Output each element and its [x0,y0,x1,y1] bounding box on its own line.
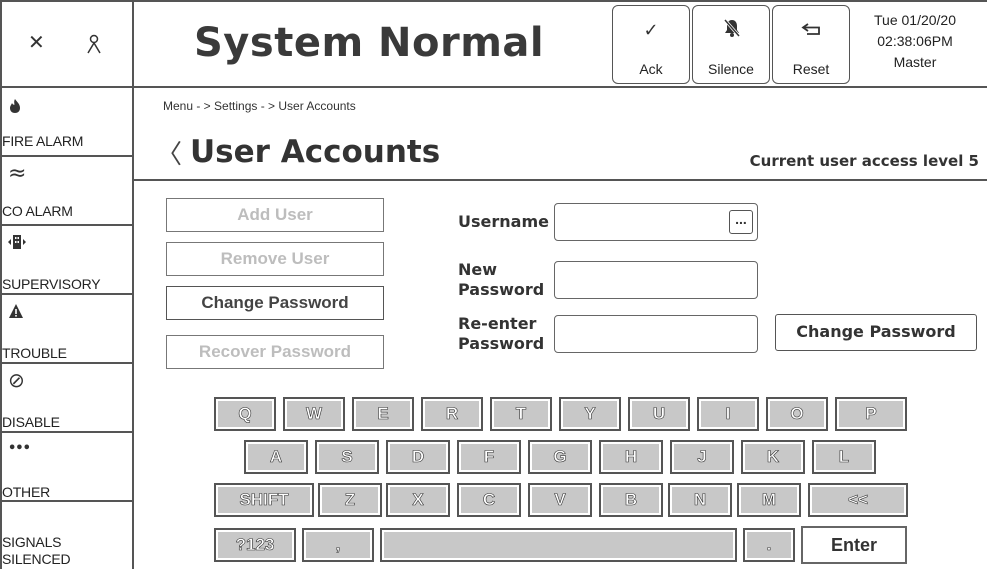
sidebar-item-fire-alarm[interactable]: FIRE ALARM [0,88,132,157]
new-password-field[interactable] [554,261,758,299]
key-y[interactable]: Y [559,397,621,431]
key-x[interactable]: X [386,483,450,517]
sidebar-item-signals-silenced[interactable]: SIGNALS SILENCED [0,502,132,569]
sidebar-item-label: CO ALARM [2,203,73,219]
system-status: System Normal [194,20,545,66]
role-text: Master [893,54,937,70]
silence-button[interactable]: Silence [692,5,770,84]
content-divider [134,179,987,181]
remove-user-button[interactable]: Remove User [166,242,384,276]
reenter-password-label-line1: Re-enter [458,314,537,333]
sidebar-item-other[interactable]: ••• OTHER [0,433,132,502]
reenter-password-label-line2: Password [458,334,545,353]
key-shift[interactable]: SHIFT [214,483,314,517]
reenter-password-label: Re-enter Password [458,314,544,354]
silence-label: Silence [708,61,754,77]
reenter-password-field[interactable] [554,315,758,353]
submit-change-password-button[interactable]: Change Password [775,314,977,351]
key-t[interactable]: T [490,397,552,431]
sidebar-item-supervisory[interactable]: SUPERVISORY [0,226,132,295]
key-z[interactable]: Z [318,483,382,517]
sidebar: FIRE ALARM ≈ CO ALARM SUPERVISORY TROUBL… [0,88,134,569]
key-n[interactable]: N [668,483,732,517]
sidebar-item-label: SIGNALS SILENCED [2,534,71,567]
new-password-label-line1: New [458,260,498,279]
key-c[interactable]: C [457,483,521,517]
disable-icon: ⊘ [8,368,25,392]
change-password-button[interactable]: Change Password [166,286,384,320]
key-k[interactable]: K [741,440,805,474]
key-i[interactable]: I [697,397,759,431]
key-comma[interactable]: , [302,528,374,562]
date-text: Tue 01/20/20 [874,12,956,28]
sidebar-item-co-alarm[interactable]: ≈ CO ALARM [0,157,132,226]
username-label: Username [458,212,549,231]
sidebar-item-label: FIRE ALARM [2,133,84,149]
key-u[interactable]: U [628,397,690,431]
key-v[interactable]: V [528,483,592,517]
username-field[interactable]: ... [554,203,758,241]
recover-password-button[interactable]: Recover Password [166,335,384,369]
key-enter[interactable]: Enter [801,526,907,564]
time-text: 02:38:06PM [877,33,953,49]
key-numeric-toggle[interactable]: ?123 [214,528,296,562]
sidebar-item-label: SUPERVISORY [2,276,101,292]
back-chevron-icon[interactable]: 〈 [156,134,182,171]
sidebar-item-disable[interactable]: ⊘ DISABLE [0,364,132,433]
check-icon: ✓ [643,20,659,41]
key-g[interactable]: G [528,440,592,474]
ack-label: Ack [639,61,663,77]
add-user-button[interactable]: Add User [166,198,384,232]
sidebar-item-label: OTHER [2,484,51,500]
key-a[interactable]: A [244,440,308,474]
access-level-text: Current user access level 5 [749,152,979,170]
key-s[interactable]: S [315,440,379,474]
new-password-label: New Password [458,260,544,300]
key-r[interactable]: R [421,397,483,431]
key-h[interactable]: H [599,440,663,474]
waves-icon: ≈ [8,161,27,186]
key-f[interactable]: F [457,440,521,474]
supervisory-icon [8,235,26,249]
bell-off-icon [723,19,741,37]
key-period[interactable]: . [743,528,795,562]
key-m[interactable]: M [737,483,801,517]
key-q[interactable]: Q [214,397,276,431]
key-l[interactable]: L [812,440,876,474]
key-b[interactable]: B [599,483,663,517]
new-password-label-line2: Password [458,280,545,299]
key-backspace[interactable]: << [808,483,908,517]
corner-panel: ✕ [0,0,134,88]
more-icon: ••• [8,441,31,456]
browse-users-button[interactable]: ... [729,210,753,234]
warning-icon [9,304,23,318]
key-w[interactable]: W [283,397,345,431]
flame-icon [10,99,20,113]
reset-label: Reset [792,61,830,77]
datetime-panel: Tue 01/20/20 02:38:06PM Master [850,10,980,73]
header-bar: System Normal ✓ Ack Silence Reset Tue 01… [134,0,987,88]
key-j[interactable]: J [670,440,734,474]
sidebar-item-trouble[interactable]: TROUBLE [0,295,132,364]
close-icon[interactable]: ✕ [28,30,45,54]
key-p[interactable]: P [835,397,907,431]
key-space[interactable] [380,528,737,562]
breadcrumb: Menu - > Settings - > User Accounts [163,99,356,113]
key-d[interactable]: D [386,440,450,474]
reset-button[interactable]: Reset [772,5,850,84]
sidebar-item-label: TROUBLE [2,345,67,361]
key-o[interactable]: O [766,397,828,431]
page-title: User Accounts [190,134,441,170]
key-e[interactable]: E [352,397,414,431]
return-icon [801,23,820,35]
person-icon[interactable] [86,33,102,55]
ack-button[interactable]: ✓ Ack [612,5,690,84]
sidebar-item-label: DISABLE [2,414,60,430]
